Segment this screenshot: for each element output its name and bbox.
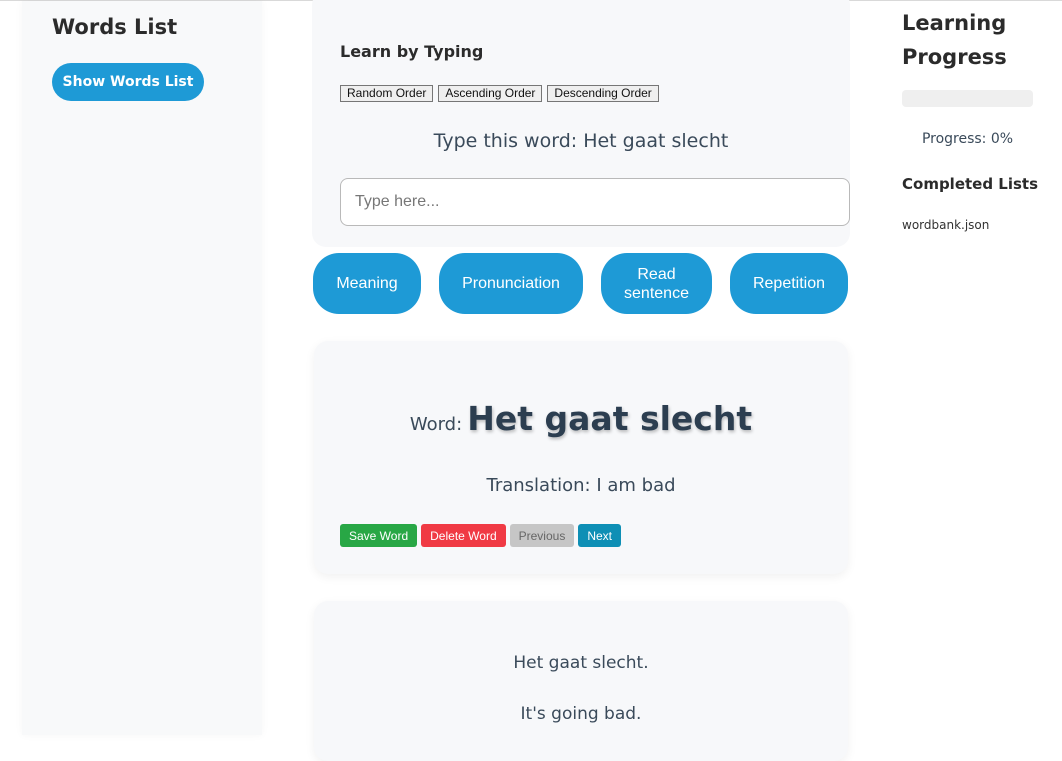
order-buttons: Random Order Ascending Order Descending … bbox=[340, 85, 659, 102]
random-order-button[interactable]: Random Order bbox=[340, 85, 434, 102]
word-card: Word: Het gaat slecht Translation: I am … bbox=[314, 341, 848, 574]
next-button[interactable]: Next bbox=[578, 524, 621, 547]
pronunciation-button[interactable]: Pronunciation bbox=[439, 253, 583, 314]
typing-card: Learn by Typing Random Order Ascending O… bbox=[312, 0, 850, 247]
ascending-order-button[interactable]: Ascending Order bbox=[438, 85, 543, 102]
translation-text: Translation: I am bad bbox=[486, 475, 676, 496]
word-controls: Save Word Delete Word Previous Next bbox=[340, 524, 621, 547]
completed-list-item[interactable]: wordbank.json bbox=[902, 218, 989, 232]
right-panel: Learning Progress Progress: 0% Completed… bbox=[876, 1, 1062, 735]
word-label: Word: bbox=[409, 414, 463, 435]
action-buttons: Meaning Pronunciation Read sentence Repet… bbox=[313, 253, 848, 314]
descending-order-button[interactable]: Descending Order bbox=[547, 85, 659, 102]
show-words-list-button[interactable]: Show Words List bbox=[52, 63, 204, 101]
save-word-button[interactable]: Save Word bbox=[340, 524, 418, 547]
example-sentence: Het gaat slecht. bbox=[513, 653, 649, 673]
read-sentence-button[interactable]: Read sentence bbox=[601, 253, 712, 314]
type-word-prompt: Type this word: Het gaat slecht bbox=[433, 130, 729, 152]
sentence-translation: It's going bad. bbox=[520, 704, 642, 724]
current-word: Het gaat slecht bbox=[467, 399, 753, 438]
progress-text: Progress: 0% bbox=[921, 131, 1014, 147]
completed-lists-title: Completed Lists bbox=[902, 175, 1039, 193]
learning-progress-title: Learning Progress bbox=[902, 11, 1007, 69]
learn-by-typing-title: Learn by Typing bbox=[340, 42, 484, 61]
words-list-title: Words List bbox=[52, 15, 178, 39]
repetition-button[interactable]: Repetition bbox=[730, 253, 848, 314]
delete-word-button[interactable]: Delete Word bbox=[421, 524, 506, 547]
type-word-input[interactable] bbox=[340, 178, 850, 226]
left-sidebar: Words List Show Words List bbox=[22, 1, 262, 735]
previous-button[interactable]: Previous bbox=[509, 524, 575, 547]
progress-bar bbox=[902, 90, 1033, 107]
meaning-button[interactable]: Meaning bbox=[313, 253, 421, 314]
main-content: Learn by Typing Random Order Ascending O… bbox=[286, 0, 876, 761]
word-line: Word: Het gaat slecht bbox=[314, 399, 848, 438]
sentence-card: Het gaat slecht. It's going bad. bbox=[314, 601, 848, 761]
